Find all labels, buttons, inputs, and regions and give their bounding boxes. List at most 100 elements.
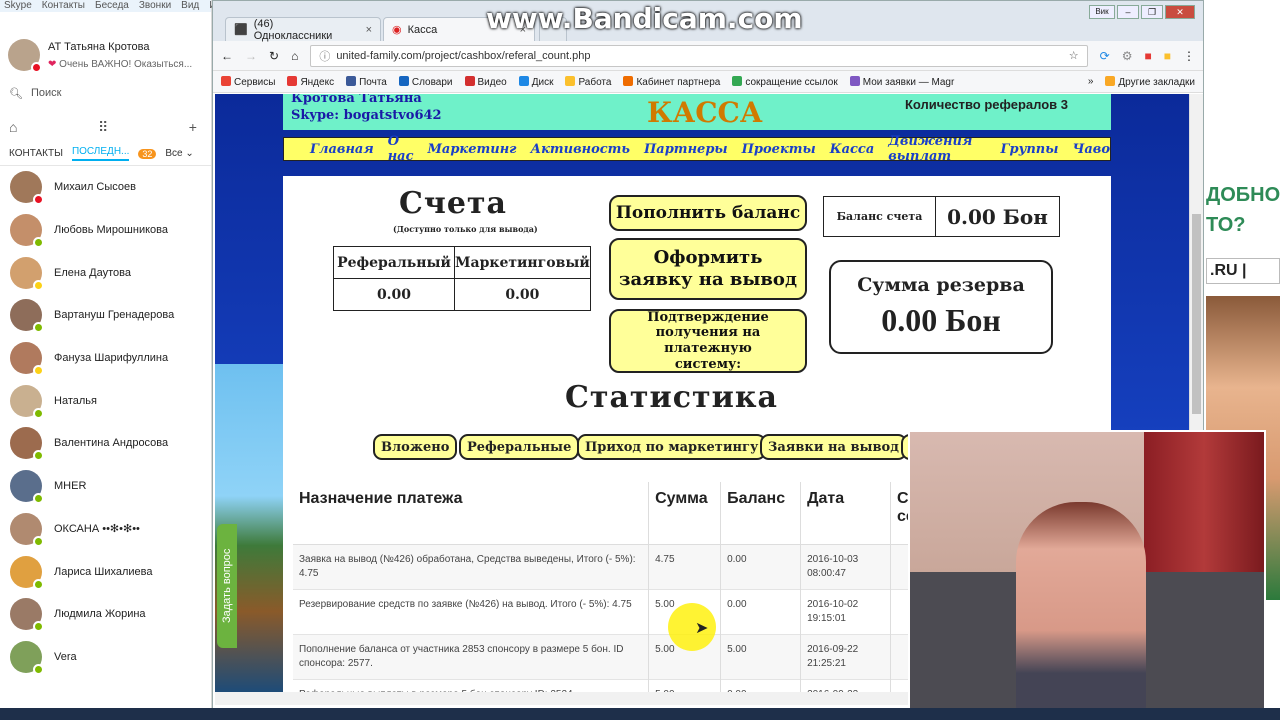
menu-skype[interactable]: Skype: [4, 0, 32, 12]
avatar: [10, 555, 44, 590]
bookmarks-overflow-button[interactable]: »: [1088, 76, 1094, 87]
home-icon[interactable]: ⌂: [9, 119, 17, 135]
extension-icon[interactable]: ■: [1164, 49, 1171, 63]
bookmark-item[interactable]: Видео: [464, 75, 507, 88]
menu-conversation[interactable]: Беседа: [95, 0, 129, 12]
accounts-subtitle: (Доступно только для вывода): [393, 224, 538, 234]
bookmark-item[interactable]: Кабинет партнера: [623, 75, 720, 88]
minimize-icon[interactable]: –: [1117, 5, 1139, 19]
contact-list-item[interactable]: Елена Даутова: [0, 251, 211, 294]
status-icon: [33, 194, 44, 206]
bookmark-icon: [464, 75, 475, 86]
extension-icon[interactable]: ■: [1145, 49, 1152, 63]
bookmark-item[interactable]: Работа: [565, 75, 611, 88]
maximize-icon[interactable]: ❐: [1141, 5, 1163, 19]
status-icon: [33, 493, 44, 505]
avatar: [10, 214, 44, 249]
contact-list-item[interactable]: Людмила Жорина: [0, 593, 211, 636]
address-bar[interactable]: ⓘ united-family.com/project/cashbox/refe…: [310, 44, 1088, 67]
skype-menubar: Skype Контакты Беседа Звонки Вид И: [0, 0, 216, 12]
menu-calls[interactable]: Звонки: [139, 0, 171, 12]
menu-view[interactable]: Вид: [181, 0, 199, 12]
nav-link[interactable]: Главная: [310, 142, 374, 157]
contact-list-item[interactable]: Фануза Шарифуллина: [0, 337, 211, 380]
contact-name: Наталья: [54, 394, 97, 407]
marketing-account-value: 0.00: [454, 278, 591, 311]
table-row: Заявка на вывод (№426) обработана, Средс…: [293, 543, 933, 589]
profile-mood: Очень ВАЖНО! Оказыться...: [59, 58, 193, 70]
address-toolbar: ← → ↻ ⌂ ⓘ united-family.com/project/cash…: [213, 41, 1203, 71]
nav-link[interactable]: Чаво: [1072, 142, 1110, 157]
nav-link[interactable]: Движения выплат: [888, 134, 980, 164]
table-cell-date: 2016-10-03 08:00:47: [800, 543, 891, 589]
nav-link[interactable]: О нас: [388, 134, 414, 164]
contact-list-item[interactable]: ОКСАНА ••✻•✻••: [0, 508, 211, 551]
contact-list-item[interactable]: Лариса Шихалиева: [0, 550, 211, 593]
nav-link[interactable]: Активность: [530, 142, 630, 157]
bookmark-item[interactable]: Почта: [346, 75, 387, 88]
bookmark-item[interactable]: Сервисы: [221, 75, 275, 88]
add-icon[interactable]: +: [189, 119, 197, 135]
status-icon: [33, 578, 44, 590]
search-input[interactable]: Поиск: [31, 87, 61, 99]
contact-list-item[interactable]: Любовь Мирошникова: [0, 209, 211, 252]
filter-all-dropdown[interactable]: Все ⌄: [165, 148, 193, 159]
withdraw-request-button[interactable]: Оформить заявку на вывод: [609, 238, 807, 300]
nav-link[interactable]: Маркетинг: [428, 142, 517, 157]
nav-link[interactable]: Проекты: [742, 142, 816, 157]
bookmark-item[interactable]: Словари: [398, 75, 453, 88]
bookmark-item[interactable]: Яндекс: [287, 75, 334, 88]
contact-list-item[interactable]: Вартануш Гренадерова: [0, 294, 211, 337]
extension-icon[interactable]: ⚙: [1122, 49, 1133, 63]
status-icon: [31, 62, 42, 73]
nav-link[interactable]: Группы: [1001, 142, 1059, 157]
close-tab-icon[interactable]: ×: [366, 24, 372, 36]
site-favicon-icon: ◉: [392, 24, 402, 36]
close-icon[interactable]: ✕: [1165, 5, 1195, 19]
status-icon: [33, 621, 44, 633]
stats-tab-withdrawals[interactable]: Заявки на вывод: [760, 434, 907, 460]
back-icon[interactable]: ←: [221, 49, 233, 63]
status-icon: [33, 322, 44, 334]
contact-name: Валентина Андросова: [54, 437, 169, 450]
dialpad-icon[interactable]: ⠿: [98, 119, 108, 136]
tab-recent[interactable]: ПОСЛЕДН...: [71, 146, 130, 161]
topup-balance-button[interactable]: Пополнить баланс: [609, 195, 807, 231]
nav-link[interactable]: Касса: [830, 142, 875, 157]
site-header: Кротова Татьяна Skype: bogatstvo642 КАСС…: [283, 94, 1111, 130]
ask-question-button[interactable]: Задать вопрос: [217, 524, 237, 648]
contact-tabs: КОНТАКТЫ ПОСЛЕДН... 32 Все ⌄: [0, 142, 211, 166]
contact-list-item[interactable]: Михаил Сысоев: [0, 166, 211, 209]
status-icon: [33, 407, 44, 419]
stats-tab-marketing-income[interactable]: Приход по маркетингу: [577, 434, 767, 460]
stats-tab-referral[interactable]: Реферальные: [459, 434, 580, 460]
contact-list-item[interactable]: Наталья: [0, 379, 211, 422]
menu-contacts[interactable]: Контакты: [42, 0, 85, 12]
webcam-overlay: [908, 430, 1266, 714]
contact-name: MHER: [54, 480, 87, 493]
contact-search[interactable]: 🔍︎ Поиск: [0, 82, 211, 104]
scrollbar-thumb[interactable]: [1192, 214, 1201, 414]
bookmark-item[interactable]: Мои заявки — Magr: [849, 75, 954, 88]
stats-tab-invested[interactable]: Вложено: [373, 434, 458, 460]
profile-name: AT Татьяна Кротова: [48, 40, 150, 53]
contact-list-item[interactable]: MHER: [0, 465, 211, 508]
tab-contacts[interactable]: КОНТАКТЫ: [9, 148, 63, 159]
confirm-receipt-button[interactable]: Подтверждение получения на платежную сис…: [609, 309, 807, 373]
tab-odnoklassniki[interactable]: ⬛ (46) Одноклассники ×: [225, 17, 381, 42]
reload-icon[interactable]: ↻: [269, 49, 279, 63]
extension-icon[interactable]: ⟳: [1100, 49, 1110, 63]
contact-list-item[interactable]: Валентина Андросова: [0, 422, 211, 465]
menu-icon[interactable]: ⋮: [1183, 49, 1195, 63]
nav-link[interactable]: Партнеры: [644, 142, 728, 157]
bookmark-item[interactable]: сокращение ссылок: [732, 75, 838, 88]
bookmark-star-icon[interactable]: ☆: [1069, 49, 1079, 62]
forward-icon[interactable]: →: [245, 49, 257, 63]
ad-text-line: ТО?: [1206, 214, 1246, 236]
bookmark-item[interactable]: Диск: [518, 75, 553, 88]
home-icon[interactable]: ⌂: [291, 49, 298, 63]
profile-card[interactable]: AT Татьяна Кротова ❤ Очень ВАЖНО! Оказыт…: [0, 12, 211, 82]
other-bookmarks-folder[interactable]: Другие закладки: [1105, 75, 1195, 88]
contact-list-item[interactable]: Vera: [0, 636, 211, 679]
table-cell-balance: 5.00: [720, 633, 802, 679]
